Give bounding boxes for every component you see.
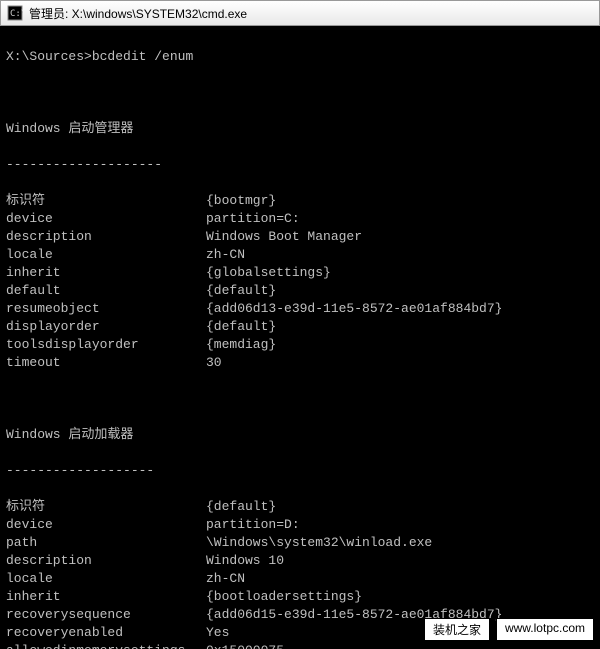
- output-value: partition=C:: [206, 210, 300, 228]
- output-key: default: [6, 282, 206, 300]
- output-key: description: [6, 552, 206, 570]
- output-row: devicepartition=D:: [6, 516, 594, 534]
- output-value: {default}: [206, 498, 276, 516]
- output-row: timeout30: [6, 354, 594, 372]
- output-value: {bootloadersettings}: [206, 588, 362, 606]
- output-row: localezh-CN: [6, 570, 594, 588]
- output-key: resumeobject: [6, 300, 206, 318]
- output-row: allowedinmemorysettings0x15000075: [6, 642, 594, 649]
- section-bootmgr-title: Windows 启动管理器: [6, 120, 594, 138]
- section-loader-divider: -------------------: [6, 462, 594, 480]
- cmd-icon: C:\: [7, 5, 23, 21]
- output-row: path\Windows\system32\winload.exe: [6, 534, 594, 552]
- output-key: displayorder: [6, 318, 206, 336]
- svg-text:C:\: C:\: [10, 9, 23, 19]
- window-title: 管理员: X:\windows\SYSTEM32\cmd.exe: [29, 5, 247, 22]
- output-value: zh-CN: [206, 246, 245, 264]
- output-value: 30: [206, 354, 222, 372]
- output-key: locale: [6, 246, 206, 264]
- output-key: toolsdisplayorder: [6, 336, 206, 354]
- output-key: description: [6, 228, 206, 246]
- output-key: device: [6, 516, 206, 534]
- output-key: inherit: [6, 588, 206, 606]
- watermark-brand: 装机之家: [424, 618, 490, 641]
- output-row: 标识符{bootmgr}: [6, 192, 594, 210]
- output-value: {memdiag}: [206, 336, 276, 354]
- output-key: path: [6, 534, 206, 552]
- watermark: 装机之家 www.lotpc.com: [424, 618, 594, 641]
- output-row: 标识符{default}: [6, 498, 594, 516]
- output-value: {globalsettings}: [206, 264, 331, 282]
- output-value: {default}: [206, 282, 276, 300]
- output-value: {default}: [206, 318, 276, 336]
- output-value: zh-CN: [206, 570, 245, 588]
- output-value: Windows 10: [206, 552, 284, 570]
- output-key: 标识符: [6, 192, 206, 210]
- output-key: timeout: [6, 354, 206, 372]
- prompt-command: bcdedit /enum: [92, 48, 193, 66]
- output-row: default{default}: [6, 282, 594, 300]
- window-titlebar[interactable]: C:\ 管理员: X:\windows\SYSTEM32\cmd.exe: [0, 0, 600, 26]
- output-value: {add06d13-e39d-11e5-8572-ae01af884bd7}: [206, 300, 502, 318]
- output-value: partition=D:: [206, 516, 300, 534]
- output-key: locale: [6, 570, 206, 588]
- output-value: \Windows\system32\winload.exe: [206, 534, 432, 552]
- output-key: inherit: [6, 264, 206, 282]
- output-row: inherit{bootloadersettings}: [6, 588, 594, 606]
- output-row: toolsdisplayorder{memdiag}: [6, 336, 594, 354]
- output-row: displayorder{default}: [6, 318, 594, 336]
- output-value: {bootmgr}: [206, 192, 276, 210]
- output-value: Yes: [206, 624, 229, 642]
- output-key: recoverysequence: [6, 606, 206, 624]
- output-value: Windows Boot Manager: [206, 228, 362, 246]
- watermark-url: www.lotpc.com: [496, 618, 594, 641]
- output-row: localezh-CN: [6, 246, 594, 264]
- output-row: resumeobject{add06d13-e39d-11e5-8572-ae0…: [6, 300, 594, 318]
- output-key: allowedinmemorysettings: [6, 642, 206, 649]
- section-loader-title: Windows 启动加载器: [6, 426, 594, 444]
- output-value: 0x15000075: [206, 642, 284, 649]
- output-key: device: [6, 210, 206, 228]
- terminal-output[interactable]: X:\Sources>bcdedit /enum Windows 启动管理器 -…: [0, 26, 600, 649]
- output-key: recoveryenabled: [6, 624, 206, 642]
- output-row: inherit{globalsettings}: [6, 264, 594, 282]
- output-row: devicepartition=C:: [6, 210, 594, 228]
- prompt-path: X:\Sources>: [6, 48, 92, 66]
- section-bootmgr-divider: --------------------: [6, 156, 594, 174]
- output-key: 标识符: [6, 498, 206, 516]
- output-row: descriptionWindows Boot Manager: [6, 228, 594, 246]
- output-row: descriptionWindows 10: [6, 552, 594, 570]
